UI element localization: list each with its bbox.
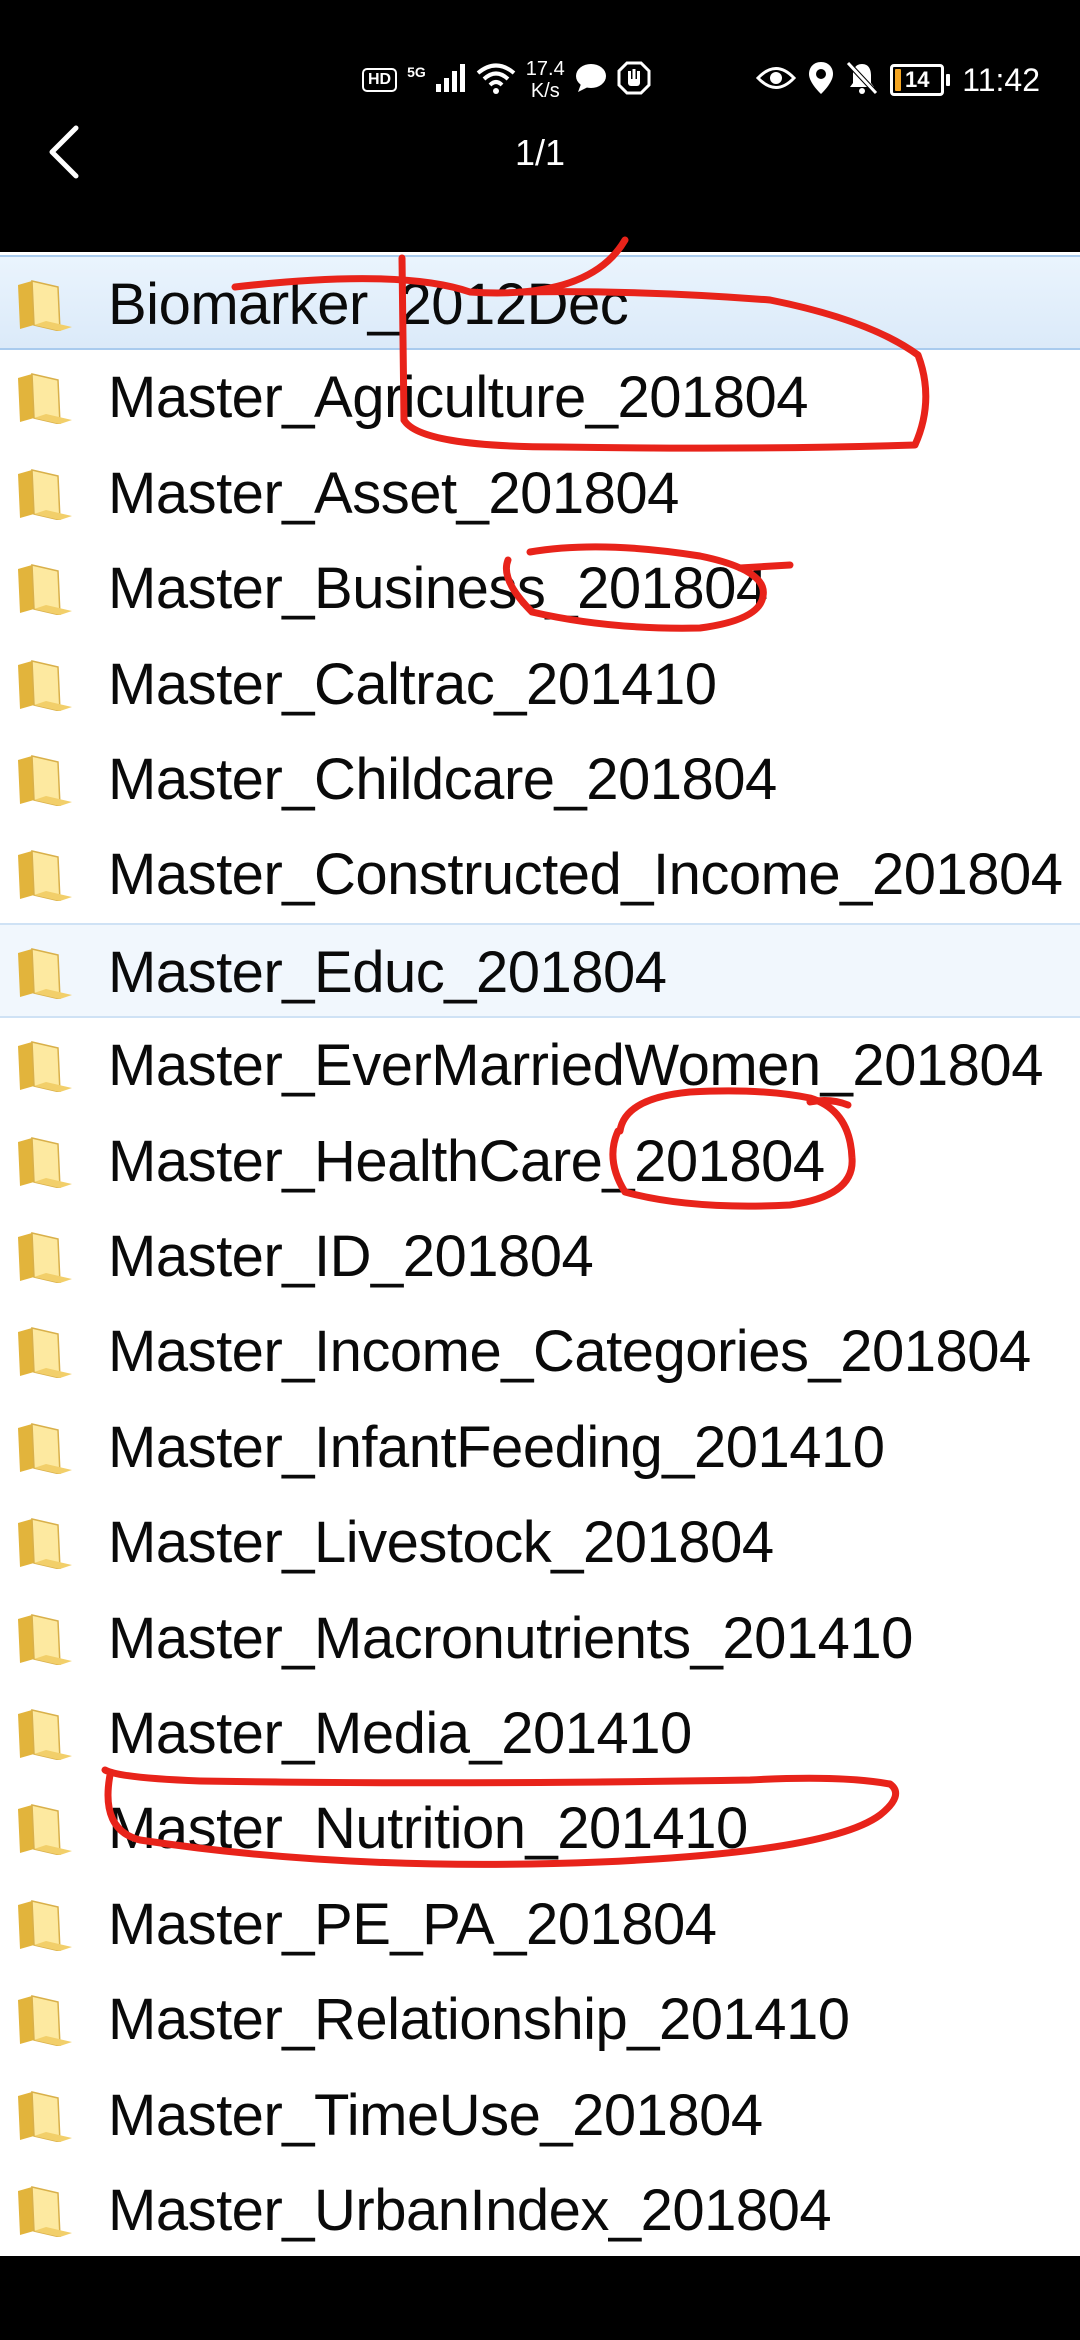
file-row[interactable]: Master_Nutrition_201410	[0, 1781, 1080, 1876]
file-row[interactable]: Master_EverMarriedWomen_201804	[0, 1018, 1080, 1113]
folder-icon	[18, 1804, 72, 1856]
battery-body: 14	[890, 64, 945, 96]
file-row[interactable]: Master_Educ_201804	[0, 922, 1080, 1018]
file-name: Master_Asset_201804	[108, 460, 679, 526]
file-name: Master_PE_PA_201804	[108, 1891, 717, 1957]
file-row[interactable]: Master_Business_201804	[0, 541, 1080, 636]
file-row[interactable]: Master_Agriculture_201804	[0, 350, 1080, 445]
network-type: 5G	[407, 64, 426, 80]
folder-icon	[18, 1518, 72, 1570]
file-name: Master_Macronutrients_201410	[108, 1605, 913, 1671]
file-row[interactable]: Master_InfantFeeding_201410	[0, 1400, 1080, 1495]
folder-icon	[18, 1995, 72, 2047]
file-row[interactable]: Master_Constructed_Income_201804	[0, 827, 1080, 922]
network-speed: 17.4 K/s	[526, 58, 565, 102]
folder-icon	[18, 1899, 72, 1951]
file-name: Master_Business_201804	[108, 556, 768, 622]
file-name: Master_UrbanIndex_201804	[108, 2178, 832, 2243]
wifi-icon	[476, 62, 516, 99]
file-row[interactable]: Master_Asset_201804	[0, 446, 1080, 541]
file-name: Master_ID_201804	[108, 1224, 594, 1289]
folder-icon	[18, 564, 72, 616]
folder-icon	[18, 280, 72, 331]
battery-icon: 14	[890, 64, 951, 96]
battery-level: 14	[905, 67, 930, 92]
file-name: Master_Livestock_201804	[108, 1510, 774, 1576]
status-right-group: 14 11:42	[756, 55, 1040, 105]
file-name: Master_Educ_201804	[108, 939, 667, 1005]
file-name: Master_Constructed_Income_201804	[108, 842, 1063, 908]
file-row[interactable]: Master_Macronutrients_201410	[0, 1591, 1080, 1686]
folder-icon	[18, 2186, 72, 2237]
file-row[interactable]: Master_PE_PA_201804	[0, 1877, 1080, 1972]
file-row[interactable]: Master_Childcare_201804	[0, 732, 1080, 827]
message-icon	[575, 63, 607, 98]
folder-icon	[18, 1422, 72, 1474]
folder-icon	[18, 1232, 72, 1283]
folder-icon	[18, 1613, 72, 1665]
folder-icon	[18, 468, 72, 520]
folder-icon	[18, 947, 72, 999]
file-row[interactable]: Master_Media_201410	[0, 1686, 1080, 1781]
file-name: Biomarker_2012Dec	[108, 272, 629, 337]
folder-icon	[18, 2090, 72, 2142]
file-row[interactable]: Master_ID_201804	[0, 1209, 1080, 1304]
file-name: Master_Childcare_201804	[108, 747, 777, 812]
folder-icon	[18, 1136, 72, 1188]
file-name: Master_TimeUse_201804	[108, 2082, 763, 2148]
file-name: Master_Nutrition_201410	[108, 1796, 748, 1862]
folder-icon	[18, 850, 72, 902]
battery-fill	[895, 69, 902, 91]
file-row[interactable]: Master_Relationship_201410	[0, 1972, 1080, 2067]
page-indicator: 1/1	[514, 132, 566, 173]
file-row[interactable]: Master_Livestock_201804	[0, 1495, 1080, 1590]
file-row[interactable]: Master_TimeUse_201804	[0, 2068, 1080, 2163]
folder-icon	[18, 373, 72, 425]
folder-icon	[18, 755, 72, 806]
folder-icon	[18, 1327, 72, 1379]
file-row[interactable]: Master_Income_Categories_201804	[0, 1304, 1080, 1399]
location-icon	[808, 61, 834, 100]
folder-icon	[18, 1709, 72, 1760]
clock: 11:42	[962, 61, 1040, 98]
file-name: Master_Caltrac_201410	[108, 651, 717, 717]
eye-icon	[756, 65, 797, 96]
signal-icon	[435, 63, 466, 97]
file-row[interactable]: Biomarker_2012Dec	[0, 255, 1080, 350]
file-row[interactable]: Master_HealthCare_201804	[0, 1114, 1080, 1209]
speed-unit: K/s	[530, 80, 560, 102]
speed-value: 17.4	[525, 58, 565, 80]
screenshot-image[interactable]: Biomarker_2012Dec Master_Agriculture_2018…	[0, 252, 1080, 2256]
file-name: Master_Income_Categories_201804	[108, 1319, 1031, 1385]
folder-icon	[18, 659, 72, 711]
file-name: Master_Agriculture_201804	[108, 365, 809, 431]
file-row[interactable]: Master_Caltrac_201410	[0, 637, 1080, 732]
file-name: Master_Media_201410	[108, 1701, 692, 1766]
mute-icon	[846, 60, 879, 100]
bottom-bar	[0, 2256, 1080, 2340]
file-name: Master_EverMarriedWomen_201804	[108, 1033, 1043, 1099]
battery-tip	[946, 74, 951, 86]
folder-icon	[18, 1041, 72, 1093]
status-bar: HD 5G 17.4 K/s 14 11:42	[0, 0, 1080, 130]
file-row[interactable]: Master_UrbanIndex_201804	[0, 2163, 1080, 2256]
status-left-group: HD 5G 17.4 K/s	[362, 55, 651, 105]
file-name: Master_InfantFeeding_201410	[108, 1414, 885, 1480]
hd-badge: HD	[362, 68, 398, 92]
hand-icon	[617, 61, 651, 100]
file-name: Master_HealthCare_201804	[108, 1128, 825, 1194]
file-name: Master_Relationship_201410	[108, 1987, 850, 2053]
